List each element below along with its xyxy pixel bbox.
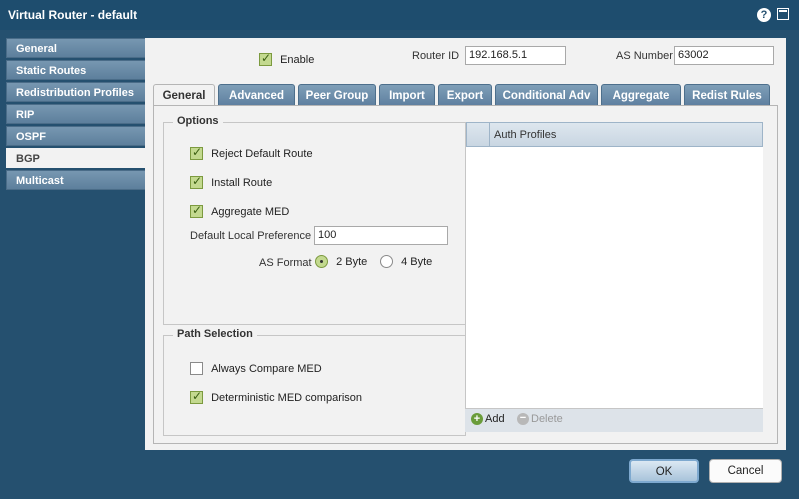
title-bar: Virtual Router - default ? xyxy=(0,0,799,30)
tab-advanced[interactable]: Advanced xyxy=(218,84,295,106)
sidebar-item-ospf[interactable]: OSPF xyxy=(6,126,146,146)
as-format-label: AS Format xyxy=(259,257,312,269)
enable-label: Enable xyxy=(280,53,315,66)
dialog-title: Virtual Router - default xyxy=(8,8,138,22)
reject-default-route-checkbox[interactable] xyxy=(190,145,203,160)
default-local-preference-input[interactable]: 100 xyxy=(314,226,448,245)
cancel-button[interactable]: Cancel xyxy=(709,459,782,483)
path-selection-group: Path Selection Always Compare MED Determ… xyxy=(163,328,466,436)
install-route-label: Install Route xyxy=(211,176,273,189)
enable-checkbox[interactable] xyxy=(259,51,272,66)
select-all-column[interactable] xyxy=(467,123,490,146)
ok-button[interactable]: OK xyxy=(629,459,699,483)
as-format-2byte-label: 2 Byte xyxy=(336,255,368,268)
general-tab-panel: Options Reject Default Route Install Rou… xyxy=(153,105,778,444)
as-format-4byte-radio[interactable] xyxy=(380,255,393,268)
add-label: Add xyxy=(485,413,505,426)
as-number-input[interactable]: 63002 xyxy=(674,46,774,65)
deterministic-med-row: Deterministic MED comparison xyxy=(190,389,363,404)
as-format-2byte-row: 2 Byte xyxy=(315,255,367,268)
as-format-4byte-row: 4 Byte xyxy=(380,255,432,268)
auth-profiles-grid: Auth Profiles xyxy=(465,122,763,431)
delete-label: Delete xyxy=(531,413,563,426)
install-route-checkbox[interactable] xyxy=(190,174,203,189)
tab-export[interactable]: Export xyxy=(438,84,492,106)
router-id-label: Router ID xyxy=(412,50,460,62)
options-title: Options xyxy=(173,115,223,127)
sidebar-item-bgp[interactable]: BGP xyxy=(6,148,146,168)
auth-profiles-header: Auth Profiles xyxy=(466,122,763,147)
auth-profiles-column[interactable]: Auth Profiles xyxy=(494,129,556,141)
reject-default-route-label: Reject Default Route xyxy=(211,147,313,160)
enable-row: Enable xyxy=(259,51,315,66)
sidebar-item-multicast[interactable]: Multicast xyxy=(6,170,146,190)
tab-aggregate[interactable]: Aggregate xyxy=(601,84,681,106)
aggregate-med-label: Aggregate MED xyxy=(211,205,290,218)
tab-peer-group[interactable]: Peer Group xyxy=(298,84,376,106)
sidebar: General Static Routes Redistribution Pro… xyxy=(6,38,146,192)
deterministic-med-label: Deterministic MED comparison xyxy=(211,391,363,404)
reject-default-route-row: Reject Default Route xyxy=(190,145,313,160)
sidebar-item-rip[interactable]: RIP xyxy=(6,104,146,124)
as-number-label: AS Number xyxy=(616,50,673,62)
delete-button[interactable]: − Delete xyxy=(517,413,563,426)
help-icon[interactable]: ? xyxy=(757,8,771,22)
bgp-content: Enable Router ID 192.168.5.1 AS Number 6… xyxy=(145,38,786,450)
always-compare-med-label: Always Compare MED xyxy=(211,362,322,375)
deterministic-med-checkbox[interactable] xyxy=(190,389,203,404)
as-format-4byte-label: 4 Byte xyxy=(401,255,433,268)
minus-icon: − xyxy=(517,413,529,426)
auth-profiles-toolbar: + Add − Delete xyxy=(465,408,763,432)
sidebar-item-general[interactable]: General xyxy=(6,38,146,58)
sidebar-item-redistribution-profiles[interactable]: Redistribution Profiles xyxy=(6,82,146,102)
options-group: Options Reject Default Route Install Rou… xyxy=(163,115,466,325)
tab-general[interactable]: General xyxy=(153,84,215,106)
aggregate-med-checkbox[interactable] xyxy=(190,203,203,218)
tab-redist-rules[interactable]: Redist Rules xyxy=(684,84,770,106)
always-compare-med-row: Always Compare MED xyxy=(190,362,322,375)
maximize-icon[interactable] xyxy=(777,8,789,20)
tab-conditional-adv[interactable]: Conditional Adv xyxy=(495,84,598,106)
add-button[interactable]: + Add xyxy=(471,413,505,426)
tab-import[interactable]: Import xyxy=(379,84,435,106)
sidebar-item-static-routes[interactable]: Static Routes xyxy=(6,60,146,80)
path-selection-title: Path Selection xyxy=(173,328,257,340)
aggregate-med-row: Aggregate MED xyxy=(190,203,290,218)
as-format-2byte-radio[interactable] xyxy=(315,255,328,268)
plus-icon: + xyxy=(471,413,483,426)
default-local-preference-label: Default Local Preference xyxy=(190,230,312,242)
install-route-row: Install Route xyxy=(190,174,273,189)
always-compare-med-checkbox[interactable] xyxy=(190,362,203,375)
virtual-router-dialog: Virtual Router - default ? General Stati… xyxy=(0,0,799,499)
router-id-input[interactable]: 192.168.5.1 xyxy=(465,46,566,65)
